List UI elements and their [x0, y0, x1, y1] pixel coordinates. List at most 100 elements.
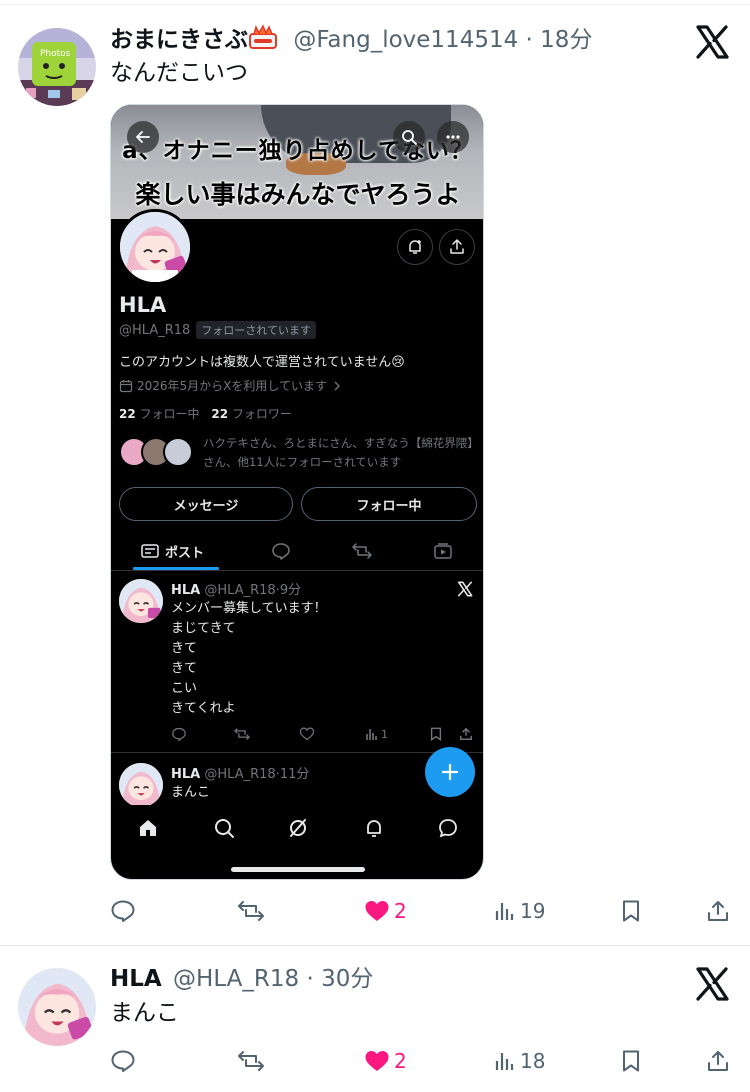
bookmark-icon — [623, 1050, 639, 1072]
bookmark-button[interactable] — [429, 727, 443, 741]
home-icon[interactable] — [137, 817, 159, 839]
handle[interactable]: @HLA_R18 — [173, 966, 299, 992]
joined-text: 2026年5月からXを利用しています — [137, 379, 328, 393]
reply-button[interactable] — [110, 893, 136, 929]
svg-text:Photos: Photos — [40, 49, 71, 59]
profile-name: HLA — [119, 293, 167, 317]
follows-you-badge: フォローされています — [196, 321, 316, 339]
post-divider — [111, 752, 483, 753]
bookmark-icon — [623, 900, 639, 922]
heart-filled-icon — [365, 1051, 389, 1071]
bottom-navigation — [111, 805, 483, 851]
tab-reposts[interactable] — [351, 533, 373, 569]
tweet-actions: 2 18 — [0, 1043, 750, 1079]
home-indicator — [231, 867, 365, 872]
fire-emoji-icon — [248, 24, 278, 58]
compose-button[interactable] — [425, 747, 475, 797]
display-name[interactable]: おまにきさぶ — [110, 27, 248, 53]
share-button[interactable] — [459, 727, 473, 741]
tab-media[interactable] — [433, 533, 453, 569]
post-avatar[interactable] — [119, 579, 163, 623]
repost-icon — [238, 901, 264, 921]
bookmark-button[interactable] — [620, 893, 642, 929]
repost-button[interactable] — [236, 1043, 266, 1079]
mutual-avatar-3 — [163, 437, 193, 467]
analytics-icon — [495, 903, 514, 920]
tweet-header: おまにきさぶ @Fang_love114514 · 18分 — [110, 24, 592, 58]
repost-button[interactable] — [233, 727, 251, 741]
share-button[interactable] — [706, 1043, 730, 1079]
banner-caption-1: a、オナニー独り占めしてない？ — [122, 138, 474, 164]
grok-icon[interactable] — [287, 817, 309, 839]
views-button[interactable]: 1 — [365, 727, 388, 741]
notifications-button[interactable] — [397, 229, 433, 265]
x-logo-icon — [694, 966, 730, 1002]
timestamp[interactable]: 18分 — [540, 27, 592, 53]
reply-button[interactable] — [171, 727, 187, 741]
calendar-icon — [119, 379, 133, 392]
profile-stats: 22 フォロー中 22 フォロワー — [119, 405, 292, 422]
followed-by[interactable]: ハクテキさん、ろとまにさん、すぎなう【綿花界隈】さん、他11人にフォローされてい… — [119, 433, 479, 473]
active-tab-indicator — [133, 567, 219, 570]
tweet-header: HLA @HLA_R18 · 30分 — [110, 964, 373, 994]
like-button[interactable]: 2 — [364, 1043, 407, 1079]
post-text: メンバー募集しています！ まじてきて きて きて こい きてくれよ — [171, 601, 327, 716]
reply-icon — [272, 543, 290, 560]
following-link[interactable]: 22 フォロー中 — [119, 407, 200, 421]
followers-link[interactable]: 22 フォロワー — [211, 407, 292, 421]
messages-icon[interactable] — [437, 817, 459, 839]
tweet-2[interactable]: HLA @HLA_R18 · 30分 まんこ 2 18 — [0, 946, 750, 1092]
media-icon — [434, 543, 452, 559]
avatar[interactable] — [18, 968, 96, 1046]
analytics-icon — [495, 1053, 514, 1070]
share-button[interactable] — [439, 229, 475, 265]
x-logo-icon — [457, 581, 473, 601]
reply-icon — [111, 1050, 135, 1072]
views-button[interactable]: 18 — [494, 1043, 545, 1079]
more-button[interactable] — [437, 121, 469, 153]
posts-icon — [141, 544, 159, 558]
profile-handle-row: @HLA_R18 フォローされています — [119, 321, 316, 339]
profile-tabs: ポスト — [111, 533, 483, 571]
like-count: 2 — [394, 1049, 407, 1073]
repost-icon — [238, 1051, 264, 1071]
tweet-actions: 2 19 — [0, 893, 750, 929]
post-text: まんこ — [171, 785, 211, 800]
avatar[interactable]: Photos — [18, 28, 96, 106]
attached-screenshot[interactable]: a、オナニー独り占めしてない？ 楽しい事はみんなでヤろうよ HLA @HLA_R… — [110, 104, 484, 880]
tweet-text: なんだこいつ — [110, 60, 248, 86]
profile-post-1[interactable]: HLA @HLA_R18·9分 メンバー募集しています！ まじてきて きて きて… — [111, 573, 483, 753]
repost-button[interactable] — [236, 893, 266, 929]
separator-dot: · — [525, 27, 533, 53]
like-count: 2 — [394, 899, 407, 923]
handle[interactable]: @Fang_love114514 — [293, 27, 518, 53]
profile-avatar[interactable] — [117, 209, 193, 285]
share-icon — [708, 901, 728, 921]
back-button[interactable] — [127, 121, 159, 153]
following-button[interactable]: フォロー中 — [301, 487, 477, 521]
profile-bio: このアカウントは複数人で運営されていません😢 — [119, 355, 405, 370]
search-button[interactable] — [393, 121, 425, 153]
display-name[interactable]: HLA — [110, 966, 162, 992]
search-icon[interactable] — [213, 817, 235, 839]
banner-caption-2: 楽しい事はみんなでヤろうよ — [135, 180, 461, 209]
x-logo-icon — [694, 24, 730, 60]
notifications-icon[interactable] — [363, 817, 385, 839]
like-button[interactable] — [299, 727, 315, 741]
separator-dot: · — [306, 966, 314, 992]
bookmark-button[interactable] — [620, 1043, 642, 1079]
share-icon — [708, 1051, 728, 1071]
profile-handle: @HLA_R18 — [119, 323, 191, 338]
like-button[interactable]: 2 — [364, 893, 407, 929]
tab-posts[interactable]: ポスト — [141, 533, 204, 569]
tweet-1[interactable]: Photos おまにきさぶ @Fang_love114514 · 18分 なんだ… — [0, 0, 750, 945]
post-avatar[interactable] — [119, 763, 163, 807]
views-button[interactable]: 19 — [494, 893, 545, 929]
reply-button[interactable] — [110, 1043, 136, 1079]
share-button[interactable] — [706, 893, 730, 929]
tweet-text: まんこ — [110, 1000, 179, 1026]
timestamp[interactable]: 30分 — [321, 966, 373, 992]
tab-replies[interactable] — [271, 533, 291, 569]
message-button[interactable]: メッセージ — [119, 487, 293, 521]
profile-joined[interactable]: 2026年5月からXを利用しています — [119, 377, 343, 394]
